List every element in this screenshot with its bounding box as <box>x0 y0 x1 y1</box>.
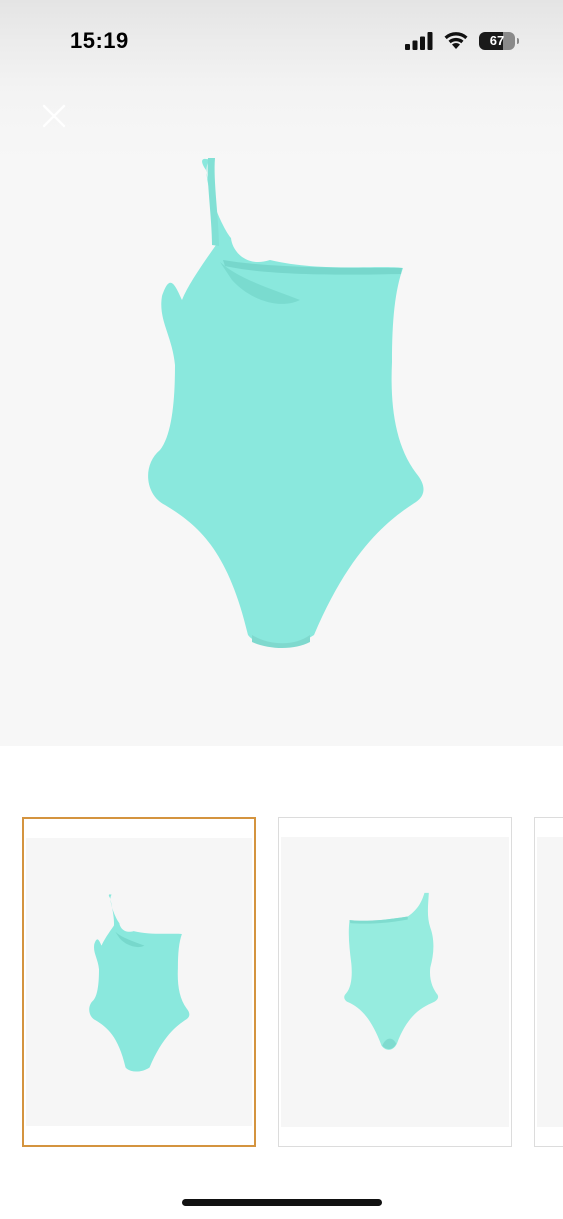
wifi-icon <box>444 32 468 49</box>
thumbnail-strip[interactable] <box>0 817 563 1149</box>
status-bar: 15:19 67 <box>0 0 563 95</box>
thumbnail-swimsuit-back <box>89 894 190 1072</box>
cellular-signal-icon <box>405 31 433 50</box>
close-icon <box>42 104 66 128</box>
thumbnail-back-selected[interactable] <box>22 817 256 1147</box>
thumbnail-partial[interactable] <box>534 817 563 1147</box>
thumbnail-image-front <box>281 837 509 1127</box>
thumbnail-image-partial <box>537 837 563 1127</box>
status-time: 15:19 <box>70 28 129 53</box>
battery-level: 67 <box>489 33 505 48</box>
battery-icon: 67 <box>479 31 519 50</box>
thumbnail-front[interactable] <box>278 817 512 1147</box>
home-indicator <box>182 1199 382 1206</box>
battery-nub <box>517 37 519 44</box>
close-button[interactable] <box>38 100 70 132</box>
thumbnail-swimsuit-front <box>344 892 439 1050</box>
thumbnail-image-back <box>26 838 252 1126</box>
main-product-image[interactable] <box>120 150 450 650</box>
status-icons: 67 <box>405 31 519 50</box>
